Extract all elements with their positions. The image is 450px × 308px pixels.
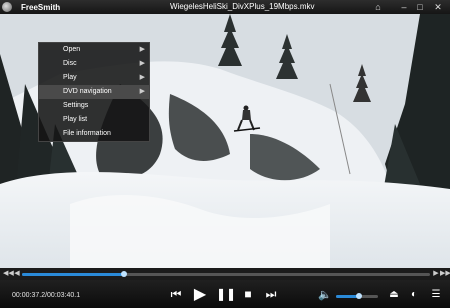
menu-item-play[interactable]: Play ▶: [39, 71, 149, 85]
submenu-arrow-icon: ▶: [139, 88, 145, 95]
video-area[interactable]: Open ▶ Disc ▶ Play ▶ DVD navigation ▶ Se…: [0, 14, 450, 268]
home-icon[interactable]: ⌂: [372, 1, 384, 13]
context-menu: Open ▶ Disc ▶ Play ▶ DVD navigation ▶ Se…: [38, 42, 150, 142]
pause-button[interactable]: ❚❚: [216, 286, 236, 302]
menu-item-label: Open: [63, 46, 81, 53]
volume-slider[interactable]: [336, 293, 378, 299]
stop-button[interactable]: ■: [240, 286, 256, 302]
menu-item-label: Play list: [63, 116, 88, 123]
title-bar[interactable]: FreeSmith WiegelesHeliSki_DivXPlus_19Mbp…: [0, 0, 450, 14]
control-bar: 00:00:37.2/00:03:40.1 ⏮ ▶ ❚❚ ■ ⏭ 🔈 ⏏ ◐ ☰: [0, 280, 450, 308]
menu-item-label: DVD navigation: [63, 88, 112, 95]
forward-small-icon[interactable]: ▶▶: [440, 269, 450, 279]
volume-icon[interactable]: 🔈: [317, 286, 333, 302]
seek-row: ◀◀ ◀ ▶ ▶▶: [0, 268, 450, 280]
submenu-arrow-icon: ▶: [139, 60, 145, 67]
minimize-button[interactable]: –: [398, 1, 410, 13]
step-back-icon[interactable]: ◀: [12, 269, 22, 279]
menu-item-open[interactable]: Open ▶: [39, 43, 149, 57]
play-button[interactable]: ▶: [192, 286, 208, 303]
seek-progress-fill: [22, 273, 124, 276]
menu-item-file-information[interactable]: File information: [39, 127, 149, 141]
menu-item-play-list[interactable]: Play list: [39, 113, 149, 127]
submenu-arrow-icon: ▶: [139, 46, 145, 53]
time-display: 00:00:37.2/00:03:40.1: [12, 292, 81, 299]
menu-item-dvd-navigation[interactable]: DVD navigation ▶: [39, 85, 149, 99]
previous-track-button[interactable]: ⏮: [168, 286, 184, 302]
menu-item-label: Play: [63, 74, 77, 81]
next-track-button[interactable]: ⏭: [263, 286, 279, 302]
playlist-icon[interactable]: ☰: [428, 286, 444, 302]
menu-item-label: File information: [63, 130, 111, 137]
eject-icon[interactable]: ⏏: [386, 286, 402, 302]
menu-item-label: Settings: [63, 102, 89, 109]
seek-bar[interactable]: [22, 271, 430, 277]
volume-handle[interactable]: [356, 293, 363, 299]
menu-item-disc[interactable]: Disc ▶: [39, 57, 149, 71]
maximize-button[interactable]: □: [414, 1, 426, 13]
app-logo-icon: [2, 2, 12, 12]
file-title: WiegelesHeliSki_DivXPlus_19Mbps.mkv: [170, 2, 315, 11]
seek-handle[interactable]: [121, 271, 127, 277]
audio-track-icon[interactable]: ◐: [406, 286, 422, 302]
app-name: FreeSmith: [21, 2, 61, 12]
media-player-window: FreeSmith WiegelesHeliSki_DivXPlus_19Mbp…: [0, 0, 450, 308]
close-button[interactable]: ✕: [432, 1, 444, 13]
menu-item-label: Disc: [63, 60, 77, 67]
submenu-arrow-icon: ▶: [139, 74, 145, 81]
menu-item-settings[interactable]: Settings: [39, 99, 149, 113]
